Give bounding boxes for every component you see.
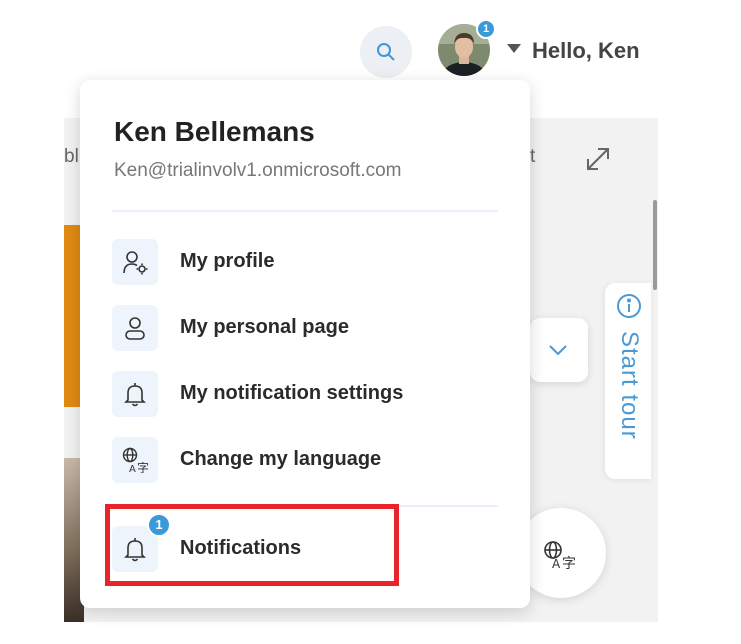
menu-item-my-profile[interactable]: My profile [112, 237, 472, 287]
background-text-fragment: bl [64, 146, 79, 167]
svg-text:A: A [552, 557, 561, 570]
search-button[interactable] [360, 26, 412, 78]
user-settings-icon [112, 239, 158, 285]
scrollbar[interactable] [653, 200, 657, 290]
translate-icon: A 字 [112, 437, 158, 483]
svg-text:字: 字 [562, 556, 576, 570]
expand-icon[interactable] [584, 145, 612, 173]
caret-down-icon[interactable] [507, 44, 521, 53]
svg-text:字: 字 [137, 460, 149, 473]
dropdown-toggle[interactable] [530, 318, 588, 382]
menu-item-label: Change my language [180, 448, 382, 470]
menu-item-notification-settings[interactable]: My notification settings [112, 369, 472, 419]
menu-item-label: My personal page [180, 316, 349, 338]
translate-icon: A 字 [544, 541, 576, 570]
menu-item-my-personal-page[interactable]: My personal page [112, 303, 472, 353]
bell-icon [112, 371, 158, 417]
menu-item-label: My notification settings [180, 382, 404, 404]
menu-divider [112, 210, 498, 212]
start-tour-button[interactable]: Start tour [605, 283, 651, 479]
avatar-notification-badge: 1 [476, 19, 496, 39]
info-icon [617, 294, 641, 318]
user-name: Ken Bellemans [114, 116, 315, 147]
svg-text:A: A [129, 464, 136, 473]
user-email: Ken@trialinvolv1.onmicrosoft.com [114, 160, 402, 181]
start-tour-label: Start tour [616, 331, 643, 440]
chevron-down-icon [549, 345, 567, 356]
menu-item-label: My profile [180, 250, 275, 272]
search-icon [377, 43, 395, 61]
background-text-fragment: t [530, 146, 536, 167]
greeting[interactable]: Hello, Ken [532, 38, 640, 64]
menu-item-change-language[interactable]: A 字 Change my language [112, 435, 472, 485]
highlight-box [105, 504, 399, 586]
user-icon [112, 305, 158, 351]
